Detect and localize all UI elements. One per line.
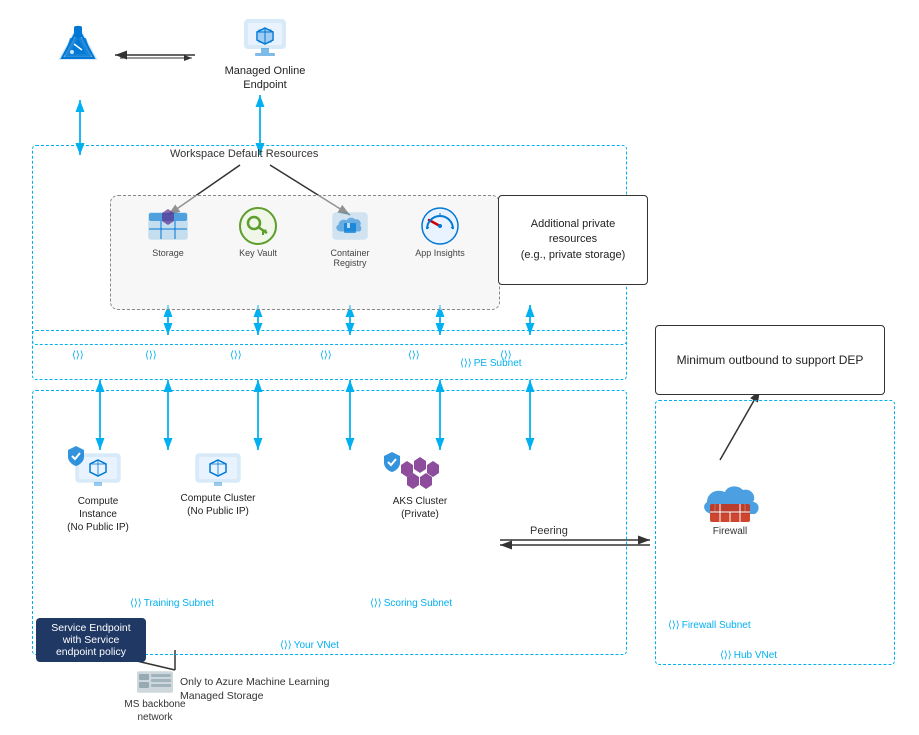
minimum-outbound-label: Minimum outbound to support DEP: [677, 352, 864, 369]
minimum-outbound-box: Minimum outbound to support DEP: [655, 325, 885, 395]
service-endpoint-box: Service Endpoint with Service endpoint p…: [36, 618, 146, 662]
chevron-1: ⟨⟩⟩: [72, 350, 84, 361]
additional-private-resources-box: Additional privateresources(e.g., privat…: [498, 195, 648, 285]
chevron-5: ⟨⟩⟩: [408, 350, 420, 361]
chevron-4: ⟨⟩⟩: [320, 350, 332, 361]
storage-icon: Storage: [138, 205, 198, 258]
managed-online-endpoint-icon: Managed Online Endpoint: [220, 14, 310, 93]
scoring-subnet-label: ⟨⟩⟩ Scoring Subnet: [370, 598, 452, 609]
diagram: Managed Online Endpoint Workspace Defaul…: [0, 0, 919, 735]
hub-vnet-label: ⟨⟩⟩ Hub VNet: [720, 650, 777, 661]
workspace-default-resources-label: Workspace Default Resources: [170, 148, 318, 160]
firewall-subnet-label: ⟨⟩⟩ Firewall Subnet: [668, 620, 751, 631]
only-to-azure-label: Only to Azure Machine Learning Managed S…: [180, 676, 330, 703]
compute-cluster-label: Compute Cluster(No Public IP): [180, 492, 255, 518]
key-vault-label: Key Vault: [239, 248, 277, 258]
compute-instance-icon: Compute Instance(No Public IP): [58, 452, 138, 534]
app-insights-label: App Insights: [415, 248, 465, 258]
managed-online-endpoint-label: Managed Online Endpoint: [220, 64, 310, 93]
your-vnet-label: ⟨⟩⟩ Your VNet: [280, 640, 339, 651]
container-registry-label: ContainerRegistry: [330, 248, 369, 268]
chevron-3: ⟨⟩⟩: [230, 350, 242, 361]
ms-backbone-label: MS backbonenetwork: [124, 698, 185, 724]
compute-instance-label: Compute Instance(No Public IP): [58, 495, 138, 534]
app-insights-icon: App Insights: [410, 205, 470, 258]
chevron-6: ⟨⟩⟩: [500, 350, 512, 361]
chevron-2: ⟨⟩⟩: [145, 350, 157, 361]
firewall-icon: Firewall: [685, 470, 775, 537]
aks-cluster-icon: AKS Cluster(Private): [380, 455, 460, 521]
key-vault-icon: Key Vault: [228, 205, 288, 258]
additional-private-resources-label: Additional privateresources(e.g., privat…: [521, 217, 626, 263]
aks-cluster-label: AKS Cluster(Private): [393, 495, 447, 521]
firewall-label: Firewall: [713, 526, 747, 537]
container-registry-icon: ContainerRegistry: [320, 205, 380, 268]
training-subnet-label: ⟨⟩⟩ Training Subnet: [130, 598, 214, 609]
ml-studio-icon: [48, 20, 108, 68]
storage-label: Storage: [152, 248, 184, 258]
compute-cluster-icon: Compute Cluster(No Public IP): [178, 452, 258, 518]
peering-label: Peering: [530, 525, 568, 537]
pe-subnet-label: ⟨⟩⟩ PE Subnet: [460, 358, 522, 369]
